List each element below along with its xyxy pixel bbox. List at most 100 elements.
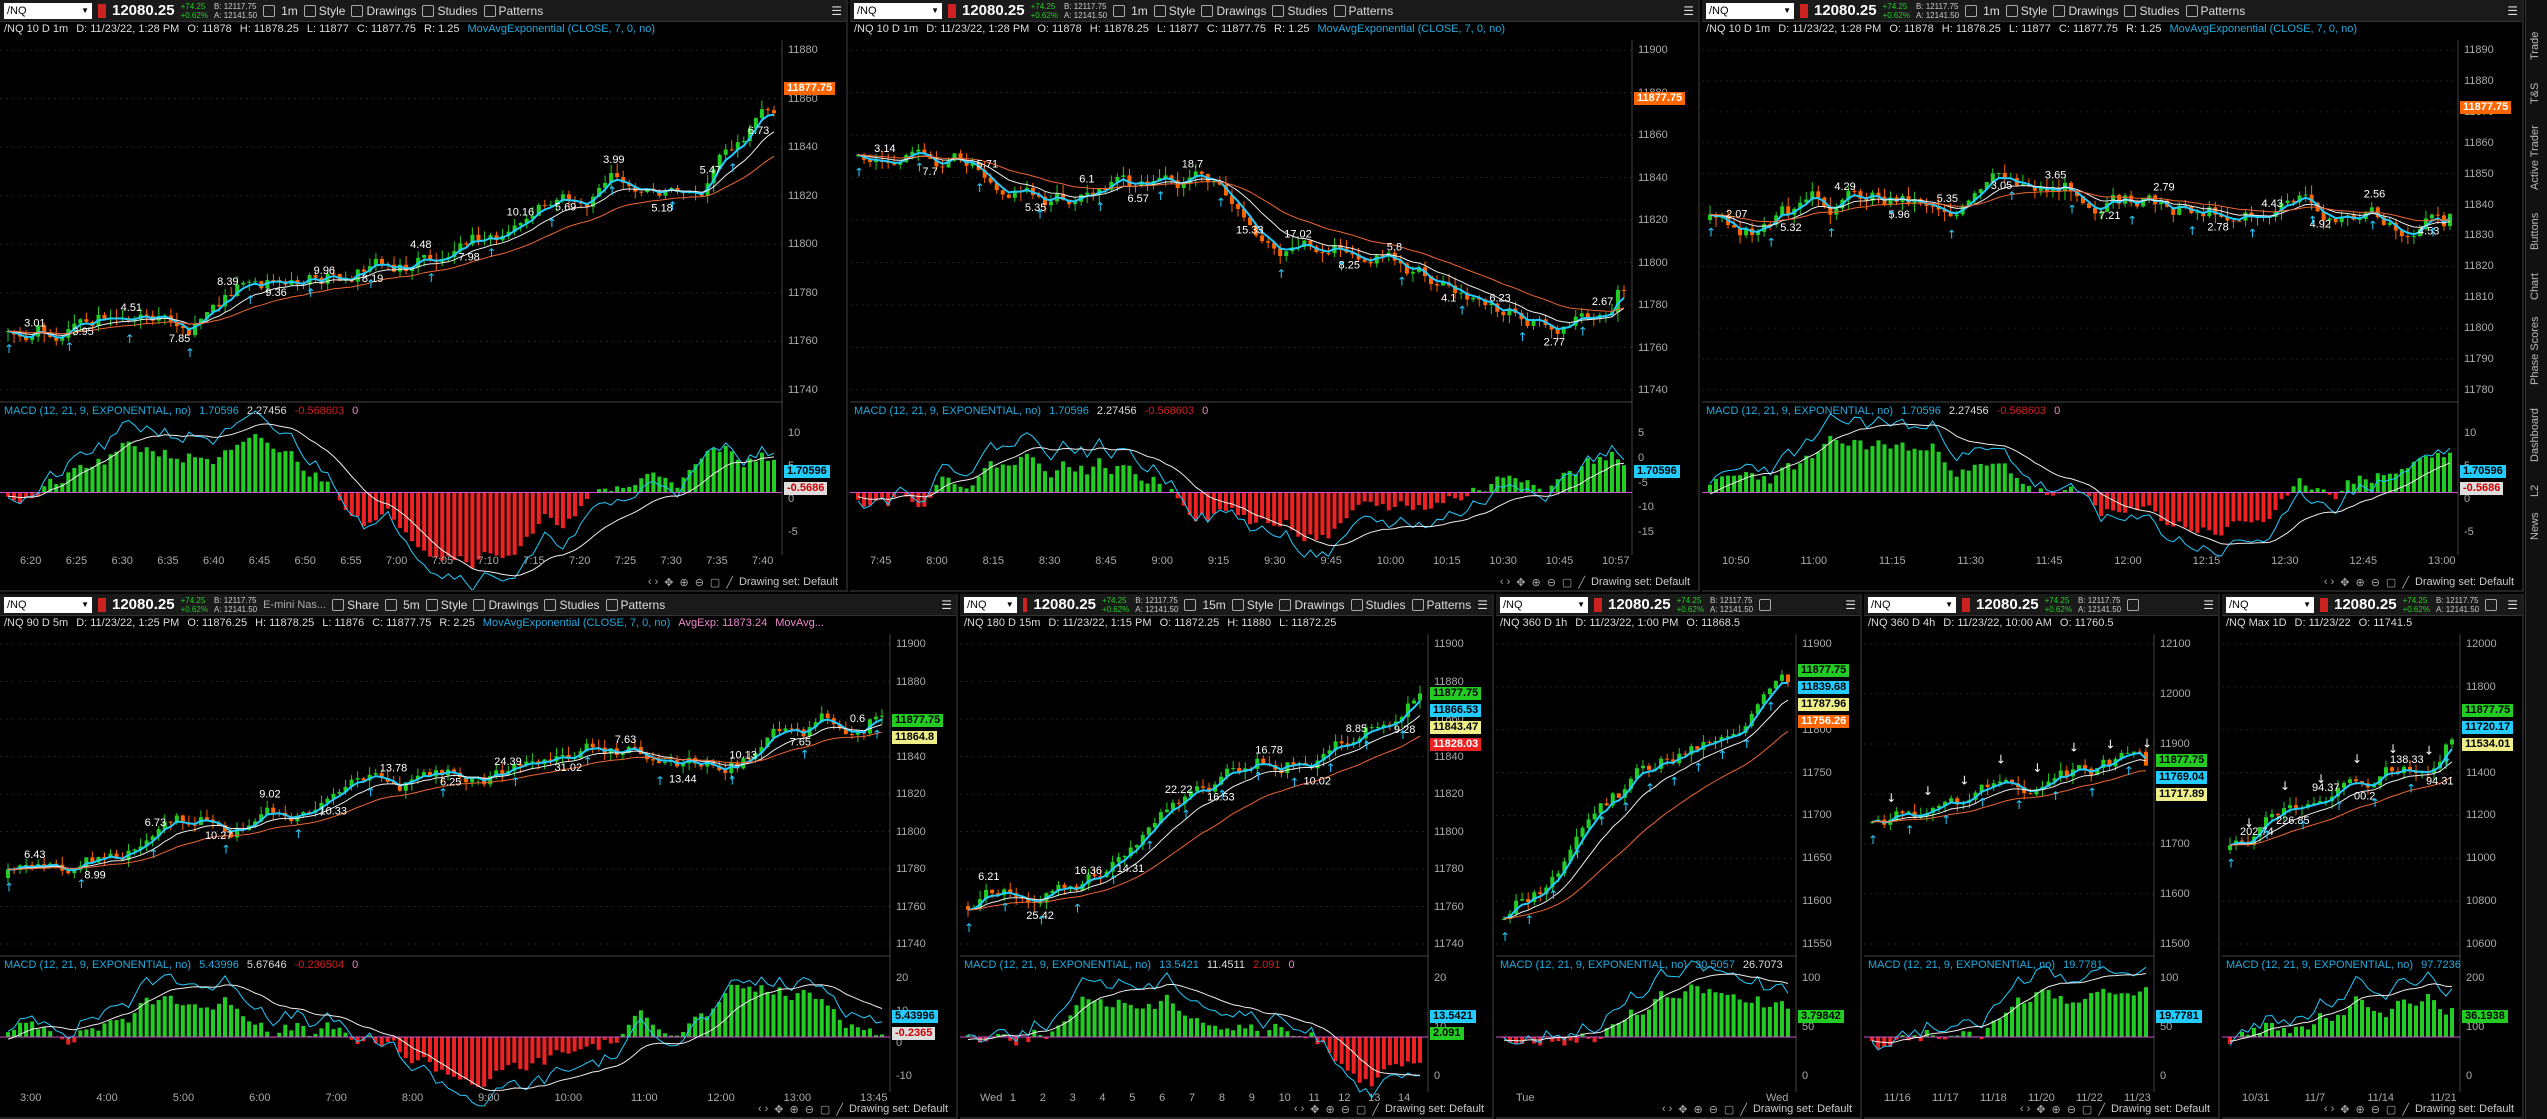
price-chart-canvas[interactable]: 2.075.324.295.965.353.053.657.212.792.78… bbox=[1702, 0, 2459, 592]
pan-icon[interactable]: ✥ bbox=[2036, 1103, 2045, 1116]
price-chart-canvas[interactable]: 3.147.75.715.356.16.5718.715.33 17.028.25… bbox=[850, 0, 1633, 592]
zoom-box-icon[interactable]: ▢ bbox=[710, 576, 720, 589]
zoom-box-icon[interactable]: ▢ bbox=[1562, 576, 1572, 589]
zoom-box-icon[interactable]: ▢ bbox=[1724, 1103, 1734, 1116]
zoom-out-icon[interactable]: ⊖ bbox=[805, 1103, 814, 1116]
macd-study-label[interactable]: MACD (12, 21, 9, EXPONENTIAL, no) 1.70596… bbox=[0, 405, 362, 421]
chart-panel-3[interactable]: /NQ ▼ 12080.25 +74.25 +0.62% B: 12117.75 A:… bbox=[1702, 0, 2524, 592]
price-chart-canvas[interactable]: ↑ ↑ ↑ ↑ ↑ ↑ ↑ ↑ ↑ ↑ ↑ ↑ bbox=[1496, 594, 1797, 1119]
settings-button[interactable] bbox=[2485, 598, 2498, 611]
menu-button[interactable]: ☰ bbox=[2507, 598, 2518, 612]
pan-icon[interactable]: ✥ bbox=[664, 576, 673, 589]
pencil-icon[interactable]: ╱ bbox=[836, 1103, 843, 1116]
macd-study-label[interactable]: MACD (12, 21, 9, EXPONENTIAL, no) 5.43996… bbox=[0, 959, 362, 975]
pencil-icon[interactable]: ╱ bbox=[2402, 576, 2409, 589]
macd-study-label[interactable]: MACD (12, 21, 9, EXPONENTIAL, no) 1.70596… bbox=[1702, 405, 2064, 421]
chart-panel-2[interactable]: /NQ ▼ 12080.25 +74.25 +0.62% B: 12117.75 A:… bbox=[850, 0, 1700, 592]
macd-study-label[interactable]: MACD (12, 21, 9, EXPONENTIAL, no) 1.70596… bbox=[850, 405, 1212, 421]
pencil-icon[interactable]: ╱ bbox=[726, 576, 733, 589]
menu-button[interactable]: ☰ bbox=[2203, 598, 2214, 612]
zoom-box-icon[interactable]: ▢ bbox=[2386, 576, 2396, 589]
sidebar-item-chart[interactable]: Chart bbox=[2529, 273, 2541, 300]
price-chart-canvas[interactable]: 202.74226.8594.3700.2138.3394.31↑↓↑↓↑↓↑↓… bbox=[2222, 594, 2461, 1119]
sidebar-item-trade[interactable]: Trade bbox=[2529, 32, 2541, 60]
drawing-set-label[interactable]: Drawing set: Default bbox=[2111, 1103, 2210, 1115]
drawing-set-label[interactable]: Drawing set: Default bbox=[1753, 1103, 1852, 1115]
price-chart-canvas[interactable]: 3.013.954.517.858.399.369.968.194.487.98… bbox=[0, 0, 783, 592]
sidebar-item-l2[interactable]: L2 bbox=[2529, 485, 2541, 497]
drawing-set-label[interactable]: Drawing set: Default bbox=[2415, 1103, 2514, 1115]
zoom-out-icon[interactable]: ⊖ bbox=[2371, 576, 2380, 589]
scroll-arrows-icon[interactable]: ‹ › bbox=[1294, 1103, 1304, 1115]
zoom-in-icon[interactable]: ⊕ bbox=[1325, 1103, 1334, 1116]
zoom-box-icon[interactable]: ▢ bbox=[1356, 1103, 1366, 1116]
scroll-arrows-icon[interactable]: ‹ › bbox=[758, 1103, 768, 1115]
menu-button[interactable]: ☰ bbox=[1845, 598, 1856, 612]
pan-icon[interactable]: ✥ bbox=[1310, 1103, 1319, 1116]
drawing-set-label[interactable]: Drawing set: Default bbox=[2415, 576, 2514, 588]
macd-study-label[interactable]: MACD (12, 21, 9, EXPONENTIAL, no) 19.7781 bbox=[1864, 959, 2107, 975]
zoom-out-icon[interactable]: ⊖ bbox=[2371, 1103, 2380, 1116]
price-chart-canvas[interactable]: 6.438.996.7310.279.0210.3313.786.2524.39… bbox=[0, 594, 891, 1119]
drawing-set-label[interactable]: Drawing set: Default bbox=[849, 1103, 948, 1115]
menu-button[interactable]: ☰ bbox=[1477, 598, 1488, 612]
zoom-in-icon[interactable]: ⊕ bbox=[1531, 576, 1540, 589]
sidebar-item-ts[interactable]: T&S bbox=[2529, 83, 2541, 104]
zoom-out-icon[interactable]: ⊖ bbox=[695, 576, 704, 589]
zoom-in-icon[interactable]: ⊕ bbox=[679, 576, 688, 589]
pan-icon[interactable]: ✥ bbox=[774, 1103, 783, 1116]
pencil-icon[interactable]: ╱ bbox=[2098, 1103, 2105, 1116]
zoom-in-icon[interactable]: ⊕ bbox=[1693, 1103, 1702, 1116]
drawing-set-label[interactable]: Drawing set: Default bbox=[1591, 576, 1690, 588]
zoom-in-icon[interactable]: ⊕ bbox=[2355, 576, 2364, 589]
zoom-in-icon[interactable]: ⊕ bbox=[789, 1103, 798, 1116]
chart-panel-1[interactable]: /NQ ▼ 12080.25 +74.25 +0.62% B: 12117.75 A:… bbox=[0, 0, 848, 592]
pencil-icon[interactable]: ╱ bbox=[2402, 1103, 2409, 1116]
zoom-out-icon[interactable]: ⊖ bbox=[1547, 576, 1556, 589]
scroll-arrows-icon[interactable]: ‹ › bbox=[2324, 1103, 2334, 1115]
drawing-set-label[interactable]: Drawing set: Default bbox=[739, 576, 838, 588]
zoom-box-icon[interactable]: ▢ bbox=[2082, 1103, 2092, 1116]
sidebar-item-active-trader[interactable]: Active Trader bbox=[2529, 125, 2541, 190]
pencil-icon[interactable]: ╱ bbox=[1372, 1103, 1379, 1116]
scroll-arrows-icon[interactable]: ‹ › bbox=[1662, 1103, 1672, 1115]
chart-panel-6[interactable]: /NQ ▼ 12080.25 +74.25 +0.62% B: 12117.75 A:… bbox=[1496, 594, 1862, 1119]
menu-button[interactable]: ☰ bbox=[941, 598, 952, 612]
price-chart-canvas[interactable]: ↑ ↓ ↑ ↓ ↑ ↓ ↑ ↓ ↑ ↓ ↑ ↓ ↑ ↓ ↑ ↓ bbox=[1864, 594, 2155, 1119]
chart-panel-4[interactable]: /NQ ▼ 12080.25 +74.25 +0.62% B: 12117.75 A:… bbox=[0, 594, 958, 1119]
zoom-box-icon[interactable]: ▢ bbox=[2386, 1103, 2396, 1116]
chart-panel-7[interactable]: /NQ ▼ 12080.25 +74.25 +0.62% B: 12117.75 A:… bbox=[1864, 594, 2220, 1119]
price-chart-canvas[interactable]: 6.2125.4216.36 14.3122.2216.5316.7810.028… bbox=[960, 594, 1429, 1119]
zoom-out-icon[interactable]: ⊖ bbox=[2067, 1103, 2076, 1116]
drawing-set-label[interactable]: Drawing set: Default bbox=[1385, 1103, 1484, 1115]
sidebar-item-dashboard[interactable]: Dashboard bbox=[2529, 408, 2541, 462]
pan-icon[interactable]: ✥ bbox=[1516, 576, 1525, 589]
zoom-box-icon[interactable]: ▢ bbox=[820, 1103, 830, 1116]
scroll-arrows-icon[interactable]: ‹ › bbox=[648, 576, 658, 588]
menu-button[interactable]: ☰ bbox=[831, 4, 842, 18]
scroll-arrows-icon[interactable]: ‹ › bbox=[2324, 576, 2334, 588]
sidebar-item-phase-scores[interactable]: Phase Scores bbox=[2529, 317, 2541, 385]
macd-study-label[interactable]: MACD (12, 21, 9, EXPONENTIAL, no) 13.5421… bbox=[960, 959, 1299, 975]
zoom-out-icon[interactable]: ⊖ bbox=[1341, 1103, 1350, 1116]
scroll-arrows-icon[interactable]: ‹ › bbox=[1500, 576, 1510, 588]
zoom-in-icon[interactable]: ⊕ bbox=[2355, 1103, 2364, 1116]
zoom-in-icon[interactable]: ⊕ bbox=[2051, 1103, 2060, 1116]
chart-panel-5[interactable]: /NQ ▼ 12080.25 +74.25 +0.62% B: 12117.75 A:… bbox=[960, 594, 1494, 1119]
sidebar-item-buttons[interactable]: Buttons bbox=[2529, 213, 2541, 250]
menu-button[interactable]: ☰ bbox=[1683, 4, 1694, 18]
menu-button[interactable]: ☰ bbox=[2507, 4, 2518, 18]
pencil-icon[interactable]: ╱ bbox=[1578, 576, 1585, 589]
sidebar-item-news[interactable]: News bbox=[2529, 512, 2541, 540]
macd-histogram-bar bbox=[578, 1037, 583, 1050]
pencil-icon[interactable]: ╱ bbox=[1740, 1103, 1747, 1116]
macd-histogram-bar bbox=[2101, 988, 2106, 1037]
pan-icon[interactable]: ✥ bbox=[2340, 1103, 2349, 1116]
macd-study-label[interactable]: MACD (12, 21, 9, EXPONENTIAL, no) 97.7236 bbox=[2222, 959, 2465, 975]
pan-icon[interactable]: ✥ bbox=[2340, 576, 2349, 589]
pan-icon[interactable]: ✥ bbox=[1678, 1103, 1687, 1116]
zoom-out-icon[interactable]: ⊖ bbox=[1709, 1103, 1718, 1116]
chart-panel-8[interactable]: /NQ ▼ 12080.25 +74.25 +0.62% B: 12117.75 A:… bbox=[2222, 594, 2524, 1119]
scroll-arrows-icon[interactable]: ‹ › bbox=[2020, 1103, 2030, 1115]
macd-study-label[interactable]: MACD (12, 21, 9, EXPONENTIAL, no) 30.5057… bbox=[1496, 959, 1787, 975]
